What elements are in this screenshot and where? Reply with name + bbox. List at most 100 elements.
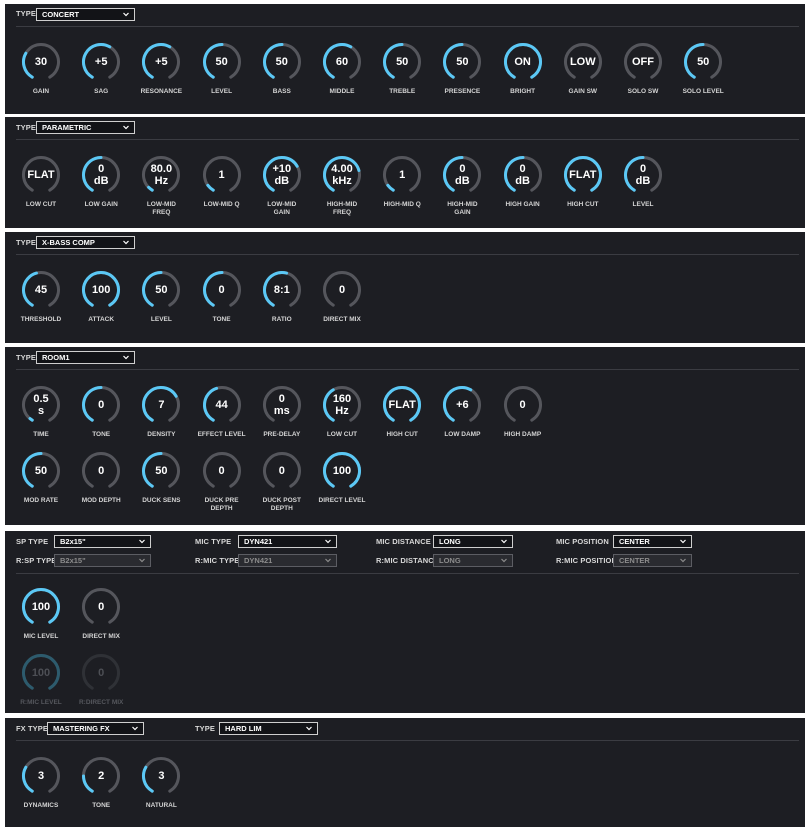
comp-panel: TYPE X-BASS COMP 45 THRESHOLD 100 ATTACK 50 L… xyxy=(5,232,805,343)
knob[interactable]: 0 DIRECT MIX xyxy=(77,587,125,647)
knob-value: 0 xyxy=(98,601,105,613)
knob[interactable]: 80.0 Hz LOW-MID FREQ xyxy=(137,155,185,216)
knob[interactable]: 0 DUCK POST DEPTH xyxy=(258,451,306,512)
r-mic-type-value: DYN421 xyxy=(244,556,273,565)
knob[interactable]: 50 LEVEL xyxy=(137,270,185,330)
knob[interactable]: +10 dB LOW-MID GAIN xyxy=(258,155,306,216)
type-dropdown[interactable]: HARD LIM xyxy=(219,722,318,735)
r-sp-type-dropdown[interactable]: B2x15" xyxy=(54,554,151,567)
chevron-down-icon xyxy=(501,539,507,544)
chevron-down-icon xyxy=(680,558,686,563)
knob-value: +5 xyxy=(155,56,168,68)
type-dropdown[interactable]: X-BASS COMP xyxy=(36,236,135,249)
fx-type-dropdown[interactable]: MASTERING FX xyxy=(47,722,144,735)
knob-value: 50 xyxy=(34,465,48,477)
knob[interactable]: +5 RESONANCE xyxy=(137,42,185,102)
mic-type-dropdown[interactable]: DYN421 xyxy=(238,535,337,548)
knob[interactable]: OFF SOLO SW xyxy=(619,42,667,102)
knob[interactable]: 44 EFFECT LEVEL xyxy=(198,385,246,445)
sp-type-dropdown[interactable]: B2x15" xyxy=(54,535,151,548)
knob[interactable]: 45 THRESHOLD xyxy=(17,270,65,330)
knob[interactable]: 4.00 kHz HIGH-MID FREQ xyxy=(318,155,366,216)
mic-position-dropdown[interactable]: CENTER xyxy=(613,535,692,548)
knob[interactable]: FLAT HIGH CUT xyxy=(559,155,607,215)
knob[interactable]: 50 SOLO LEVEL xyxy=(679,42,727,102)
knob[interactable]: 1 HIGH-MID Q xyxy=(378,155,426,215)
knob-value: 100 xyxy=(332,465,352,477)
knob[interactable]: 1 LOW-MID Q xyxy=(198,155,246,215)
knob-value: 0 xyxy=(338,284,346,296)
knob[interactable]: 50 LEVEL xyxy=(198,42,246,102)
type-dropdown[interactable]: ROOM1 xyxy=(36,351,135,364)
knob[interactable]: 0 TONE xyxy=(77,385,125,445)
knob[interactable]: 0 dB HIGH-MID GAIN xyxy=(438,155,486,216)
knob[interactable]: 0 R:DIRECT MIX xyxy=(77,653,125,713)
knob[interactable]: 160 Hz LOW CUT xyxy=(318,385,366,445)
chevron-down-icon xyxy=(123,12,129,17)
type-dropdown[interactable]: PARAMETRIC xyxy=(36,121,135,134)
knob-value: 4.00 kHz xyxy=(331,163,353,187)
knob[interactable]: 0 TONE xyxy=(198,270,246,330)
r-mic-position-dropdown[interactable]: CENTER xyxy=(613,554,692,567)
knob[interactable]: ON BRIGHT xyxy=(499,42,547,102)
knob-value: FLAT xyxy=(27,169,55,181)
knob[interactable]: 7 DENSITY xyxy=(137,385,185,445)
knob-value: 0 xyxy=(218,465,225,477)
knob-label: DIRECT MIX xyxy=(323,316,361,323)
knob[interactable]: 50 PRESENCE xyxy=(438,42,486,102)
knob[interactable]: 0.5 s TIME xyxy=(17,385,65,445)
knob-label: HIGH DAMP xyxy=(503,431,542,438)
knob[interactable]: 3 DYNAMICS xyxy=(17,756,65,816)
knob[interactable]: 100 ATTACK xyxy=(77,270,125,330)
r-mic-type-dropdown[interactable]: DYN421 xyxy=(238,554,337,567)
knob-label: SOLO LEVEL xyxy=(682,88,724,95)
chevron-down-icon xyxy=(306,726,312,731)
knob[interactable]: 0 MOD DEPTH xyxy=(77,451,125,511)
knob[interactable]: 50 BASS xyxy=(258,42,306,102)
r-mic-distance-dropdown[interactable]: LONG xyxy=(433,554,513,567)
knob[interactable]: 0 HIGH DAMP xyxy=(499,385,547,445)
knob-value: 50 xyxy=(275,56,288,68)
eq-panel: TYPE PARAMETRIC FLAT LOW CUT 0 dB LOW GAIN 8… xyxy=(5,117,805,228)
knob[interactable]: 60 MIDDLE xyxy=(318,42,366,102)
fx-type-label: FX TYPE xyxy=(16,724,48,733)
knob[interactable]: 0 ms PRE-DELAY xyxy=(258,385,306,445)
mic-distance-dropdown[interactable]: LONG xyxy=(433,535,513,548)
knob-value: 50 xyxy=(215,56,228,68)
knob-value: 2 xyxy=(98,770,105,782)
knob[interactable]: 0 dB LOW GAIN xyxy=(77,155,125,215)
knob[interactable]: 100 R:MIC LEVEL xyxy=(17,653,65,713)
knob[interactable]: 0 DIRECT MIX xyxy=(318,270,366,330)
knob[interactable]: 50 DUCK SENS xyxy=(137,451,185,511)
knob[interactable]: 0 DUCK PRE DEPTH xyxy=(198,451,246,512)
knob[interactable]: 2 TONE xyxy=(77,756,125,816)
knob[interactable]: +5 SAG xyxy=(77,42,125,102)
knob[interactable]: 3 NATURAL xyxy=(137,756,185,816)
knob-value: 3 xyxy=(158,770,165,782)
knob[interactable]: 50 MOD RATE xyxy=(17,451,65,511)
knob-value: +10 dB xyxy=(272,163,292,187)
knob[interactable]: FLAT LOW CUT xyxy=(17,155,65,215)
fx-panel: FX TYPE MASTERING FX TYPE HARD LIM 3 DYNA… xyxy=(5,718,805,827)
knob[interactable]: 100 MIC LEVEL xyxy=(17,587,65,647)
knob[interactable]: LOW GAIN SW xyxy=(559,42,607,102)
knob[interactable]: 8:1 RATIO xyxy=(258,270,306,330)
knob[interactable]: 0 dB LEVEL xyxy=(619,155,667,215)
knob-value: 50 xyxy=(456,56,469,68)
knob[interactable]: FLAT HIGH CUT xyxy=(378,385,426,445)
knob[interactable]: 0 dB HIGH GAIN xyxy=(499,155,547,215)
knob[interactable]: 30 GAIN xyxy=(17,42,65,102)
knob[interactable]: 50 TREBLE xyxy=(378,42,426,102)
type-dropdown[interactable]: CONCERT xyxy=(36,8,135,21)
knob-value: 80.0 Hz xyxy=(150,163,173,187)
mic-distance-label: MIC DISTANCE xyxy=(376,537,431,546)
sp-type-value: B2x15" xyxy=(60,537,86,546)
knob[interactable]: 100 DIRECT LEVEL xyxy=(318,451,366,511)
knob-value: 44 xyxy=(215,399,228,411)
knob[interactable]: +6 LOW DAMP xyxy=(438,385,486,445)
knob-value: 7 xyxy=(158,399,165,411)
amp-panel: TYPE CONCERT 30 GAIN +5 SAG +5 RESONANCE 50 LEV… xyxy=(5,4,805,114)
r-mic-type-label: R:MIC TYPE xyxy=(195,556,240,565)
knob-value: 50 xyxy=(155,465,168,477)
panel-divider xyxy=(16,254,799,255)
